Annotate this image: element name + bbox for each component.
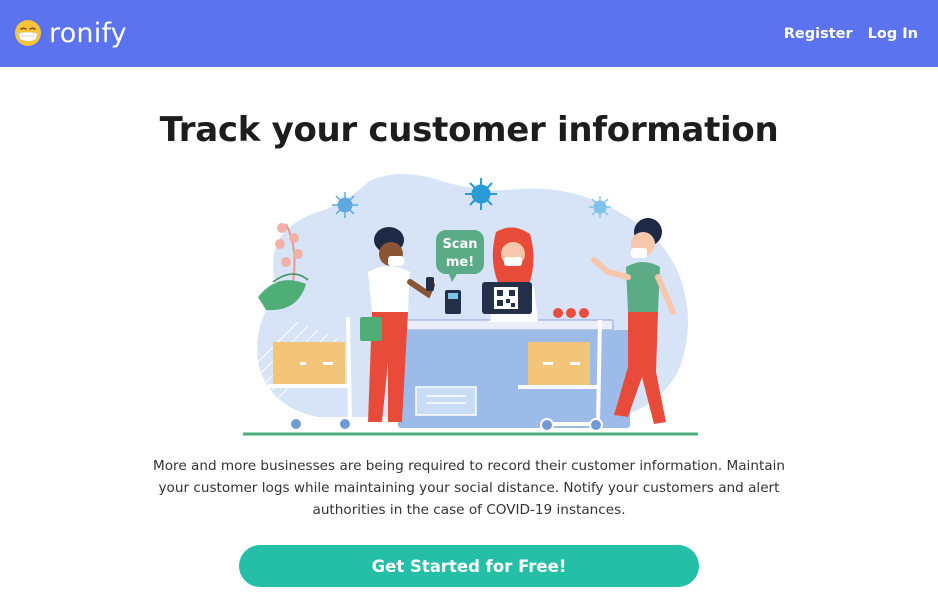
- nav-links: Register Log In: [784, 24, 918, 44]
- brand-name: ronify: [49, 17, 127, 49]
- register-link[interactable]: Register: [784, 24, 853, 44]
- store-checkout-illustration: Scan me!: [243, 173, 698, 436]
- top-navbar: ronify Register Log In: [0, 0, 938, 67]
- scan-me-text-line1: Scan: [442, 237, 477, 252]
- hero-description: More and more businesses are being requi…: [152, 458, 786, 518]
- hero-title: Track your customer information: [159, 110, 779, 150]
- masked-face-emoji-icon: [15, 20, 41, 46]
- scan-me-text-line2: me!: [446, 255, 474, 270]
- get-started-button[interactable]: Get Started for Free!: [239, 545, 699, 587]
- brand-logo-link[interactable]: ronify: [14, 14, 127, 52]
- login-link[interactable]: Log In: [868, 24, 918, 44]
